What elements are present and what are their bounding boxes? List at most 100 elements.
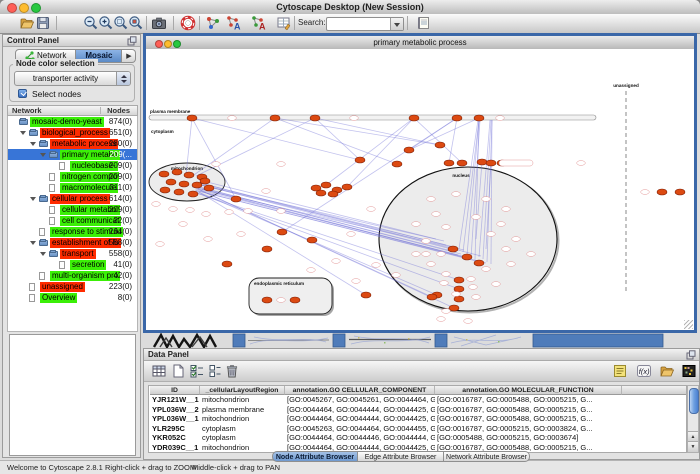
network-edge[interactable] [192, 118, 360, 160]
network-node[interactable] [657, 189, 667, 195]
tree-row-multi-organism-pro[interactable]: multi-organism pro42(0) [8, 270, 137, 281]
column-header-4[interactable]: annotation.GO MOLECULAR_FUNCTION [435, 386, 622, 395]
vizmapper-a-icon[interactable]: A [226, 15, 242, 31]
import-attributes-icon[interactable] [659, 363, 675, 379]
network-node[interactable] [200, 178, 210, 184]
network-node[interactable] [477, 159, 487, 165]
delete-attribute-icon[interactable] [224, 363, 240, 379]
network-node[interactable] [462, 254, 472, 260]
network-node[interactable] [166, 179, 176, 185]
network-node[interactable] [452, 115, 462, 121]
attribute-table[interactable]: ID_cellularLayoutRegionannotation.GO CEL… [148, 385, 687, 453]
table-cell[interactable]: [GO:0016787, GO:0005488, GO:0005215, G..… [435, 405, 622, 415]
save-icon[interactable] [35, 15, 51, 31]
network-node[interactable] [316, 190, 326, 196]
table-cell[interactable]: YJR121W__1 [150, 395, 200, 405]
tab-network-attribute-browser[interactable]: Network Attribute Browser [444, 451, 530, 462]
network-node[interactable] [310, 115, 320, 121]
function-builder-icon[interactable]: f(x) [636, 363, 652, 379]
table-cell[interactable]: YLR295C [150, 424, 200, 434]
network-node[interactable] [454, 277, 464, 283]
table-cell[interactable]: [GO:0045267, GO:0045261, GO:0044464, G..… [285, 395, 435, 405]
notes-icon[interactable] [416, 15, 432, 31]
network-node[interactable] [159, 171, 169, 177]
network-node[interactable] [342, 184, 352, 190]
network-node[interactable] [486, 160, 496, 166]
network-node[interactable] [262, 297, 272, 303]
network-node[interactable] [187, 115, 197, 121]
disclosure-triangle-icon[interactable] [20, 131, 26, 135]
tab-overflow-button[interactable]: ▶ [122, 49, 136, 63]
network-node[interactable] [174, 189, 184, 195]
network-node[interactable] [277, 229, 287, 235]
tree-row-nitrogen-compo[interactable]: nitrogen compo209(0) [8, 171, 137, 182]
dropdown-stepper-icon[interactable] [116, 72, 130, 85]
network-node[interactable] [409, 115, 419, 121]
zoom-out-icon[interactable] [83, 15, 99, 31]
network-graph[interactable]: plasma membranecytoplasmmitochondrionnuc… [146, 49, 694, 330]
scrollbar-thumb[interactable] [689, 388, 699, 414]
float-data-panel-icon[interactable] [686, 350, 696, 360]
tree-row-mosaic-demo-yeast[interactable]: mosaic-demo-yeast874(0) [8, 116, 137, 127]
node-color-dropdown[interactable]: transporter activity [14, 71, 131, 86]
table-cell[interactable]: [GO:0016787, GO:0005215, GO:0003824, G..… [435, 424, 622, 434]
network-node[interactable] [474, 115, 484, 121]
column-header-1[interactable]: ID [150, 386, 200, 395]
table-cell[interactable]: plasma membrane [200, 405, 285, 415]
tree-row-primary-metabo[interactable]: primary metabo209(... [8, 149, 137, 160]
tree-row-overview[interactable]: Overview8(0) [8, 292, 137, 303]
tree-row-cell-communicat[interactable]: cell communicat22(0) [8, 215, 137, 226]
table-cell[interactable]: [GO:0016787, GO:0005488, GO:0005215, G..… [435, 395, 622, 405]
table-cell[interactable]: [GO:0044464, GO:0044446, GO:0044444, G..… [285, 433, 435, 443]
table-cell[interactable]: cytoplasm [200, 433, 285, 443]
network-node[interactable] [328, 191, 338, 197]
network-node[interactable] [449, 305, 459, 311]
table-cell[interactable]: YPL036W__1 [150, 414, 200, 424]
network-node[interactable] [454, 296, 464, 302]
select-nodes-checkbox[interactable] [18, 89, 27, 98]
table-cell[interactable]: [GO:0016787, GO:0005488, GO:0005215, G..… [435, 414, 622, 424]
vizmapper-b-icon[interactable]: A [251, 15, 267, 31]
matrix-icon[interactable] [681, 363, 697, 379]
tree-row-unassigned[interactable]: unassigned223(0) [8, 281, 137, 292]
network-edge[interactable] [275, 118, 397, 164]
table-cell[interactable]: YDR039C__1 [150, 443, 200, 453]
table-scrollbar[interactable]: ▲ ▼ [687, 385, 699, 453]
disclosure-triangle-icon[interactable] [30, 197, 36, 201]
network-node[interactable] [184, 172, 194, 178]
zoom-fit-icon[interactable] [128, 15, 144, 31]
tree-row-establishment-of-lo[interactable]: establishment of lo558(0) [8, 237, 137, 248]
network-edge[interactable] [414, 118, 462, 163]
network-node[interactable] [435, 142, 445, 148]
network-node[interactable] [160, 187, 170, 193]
table-cell[interactable]: cytoplasm [200, 424, 285, 434]
unselect-attributes-icon[interactable] [207, 363, 223, 379]
tree-row-metabolic-process[interactable]: metabolic process280(0) [8, 138, 137, 149]
disclosure-triangle-icon[interactable] [40, 153, 46, 157]
snapshot-icon[interactable] [151, 15, 167, 31]
network-node[interactable] [290, 297, 300, 303]
network-node[interactable] [448, 246, 458, 252]
network-node[interactable] [404, 147, 414, 153]
select-attributes-icon[interactable] [189, 363, 205, 379]
zoom-selected-icon[interactable] [113, 15, 129, 31]
edit-attributes-icon[interactable] [276, 15, 292, 31]
resize-grip-icon[interactable] [684, 320, 693, 329]
network-node[interactable] [307, 237, 317, 243]
network-node[interactable] [392, 161, 402, 167]
network-node[interactable] [474, 260, 484, 266]
network-edge[interactable] [315, 118, 360, 160]
table-cell[interactable]: [GO:0044464, GO:0044444, GO:0044425, G..… [285, 414, 435, 424]
network-window-titlebar[interactable]: primary metabolic process [146, 36, 694, 50]
network-node[interactable] [355, 157, 365, 163]
network-node[interactable] [270, 115, 280, 121]
network-node[interactable] [222, 261, 232, 267]
plasma-membrane-region[interactable] [149, 115, 596, 120]
zoom-in-icon[interactable] [98, 15, 114, 31]
network-node[interactable] [188, 191, 198, 197]
open-folder-icon[interactable] [19, 15, 35, 31]
search-input[interactable] [329, 18, 387, 29]
tree-row-biological-process[interactable]: biological_process651(0) [8, 127, 137, 138]
disclosure-triangle-icon[interactable] [30, 241, 36, 245]
network-node[interactable] [172, 169, 182, 175]
